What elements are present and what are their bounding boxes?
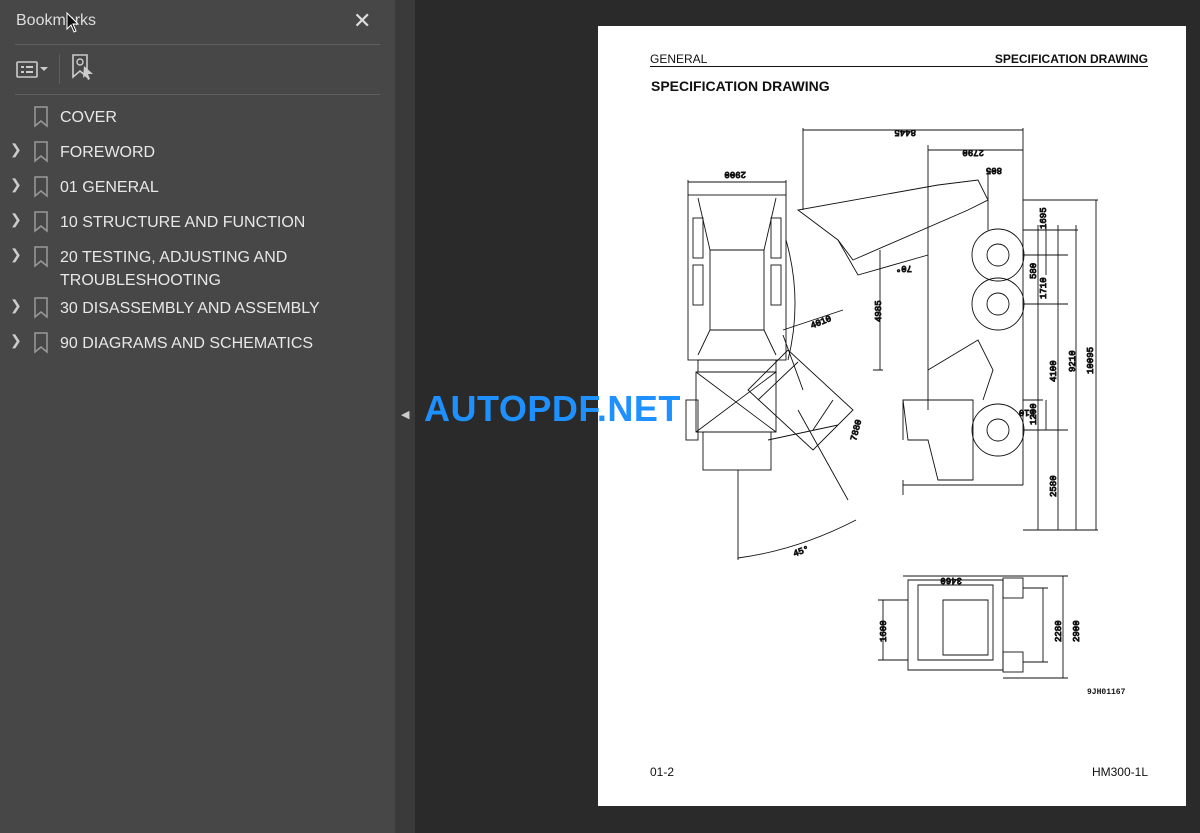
bookmark-label: COVER xyxy=(60,109,117,126)
find-bookmark-icon[interactable] xyxy=(70,53,96,86)
page-number: 01-2 xyxy=(650,765,675,779)
bookmark-icon xyxy=(34,297,48,324)
divider xyxy=(59,54,60,84)
mouse-cursor-icon xyxy=(66,12,80,33)
dim-1710: 1710 xyxy=(1039,277,1049,299)
bookmark-label: 01 GENERAL xyxy=(60,179,159,196)
dim-580: 580 xyxy=(1029,263,1039,279)
dim-4985: 4985 xyxy=(874,300,884,322)
panel-title: Bookmarks xyxy=(16,12,97,29)
header-left: GENERAL xyxy=(650,52,708,66)
header-rule xyxy=(650,66,1148,67)
bookmark-icon xyxy=(34,141,48,168)
chevron-right-icon[interactable]: ❯ xyxy=(10,141,22,158)
dim-1600: 1600 xyxy=(879,620,889,642)
dim-10095: 10095 xyxy=(1086,347,1096,374)
bookmark-label: FOREWORD xyxy=(60,144,156,161)
dim-2580: 2580 xyxy=(1049,475,1059,497)
pdf-page: GENERAL SPECIFICATION DRAWING SPECIFICAT… xyxy=(598,26,1186,806)
dim-7880: 7880 xyxy=(849,419,864,442)
bookmark-label: 20 TESTING, ADJUSTING AND TROUBLESHOOTIN… xyxy=(60,249,288,289)
side-view xyxy=(796,128,1098,531)
dim-805: 805 xyxy=(986,165,1002,175)
dim-1695: 1695 xyxy=(1039,207,1049,229)
bookmark-icon xyxy=(34,176,48,203)
dim-2280: 2280 xyxy=(1054,620,1064,642)
chevron-right-icon[interactable]: ❯ xyxy=(10,297,22,314)
divider xyxy=(15,94,380,95)
list-options-icon[interactable] xyxy=(15,59,49,79)
dim-2900-front: 2900 xyxy=(1072,620,1082,642)
model-name: HM300-1L xyxy=(1091,765,1148,779)
close-icon[interactable]: ✕ xyxy=(353,8,371,34)
bookmark-label: 30 DISASSEMBLY AND ASSEMBLY xyxy=(60,300,320,317)
bookmark-toolbar xyxy=(15,53,96,86)
page-title: SPECIFICATION DRAWING xyxy=(651,78,830,94)
collapse-panel-icon[interactable]: ◀ xyxy=(401,408,409,421)
bookmark-label: 90 DIAGRAMS AND SCHEMATICS xyxy=(60,335,314,352)
dim-70: 70° xyxy=(896,263,912,273)
dim-2790: 2790 xyxy=(962,147,984,157)
bookmark-icon xyxy=(34,211,48,238)
dim-8445: 8445 xyxy=(894,127,916,137)
bookmark-icon xyxy=(34,332,48,359)
dim-9210: 9210 xyxy=(1068,350,1078,372)
chevron-right-icon[interactable]: ❯ xyxy=(10,211,22,228)
top-view xyxy=(685,180,857,560)
chevron-right-icon[interactable]: ❯ xyxy=(10,332,22,349)
dim-4010: 4010 xyxy=(809,314,833,331)
bookmark-icon xyxy=(34,246,48,273)
bookmark-label: 10 STRUCTURE AND FUNCTION xyxy=(60,214,306,231)
dim-4100: 4100 xyxy=(1049,360,1059,382)
dim-45: 45° xyxy=(792,544,811,559)
dim-1200: 1200 xyxy=(1029,403,1039,425)
bookmark-icon xyxy=(34,106,48,133)
header-right: SPECIFICATION DRAWING xyxy=(994,52,1148,66)
figure-code: 9JH01167 xyxy=(1087,688,1126,697)
dim-2900-top: 2900 xyxy=(724,169,746,179)
watermark: AUTOPDF.NET xyxy=(424,388,681,429)
bookmarks-panel: Bookmarks ✕ COVER ❯ FOREWORD ❯ 01 GENERA… xyxy=(0,0,395,833)
divider xyxy=(15,44,380,45)
specification-drawing: 2900 4010 7880 45° 8445 2790 805 70° 498… xyxy=(685,127,1098,679)
chevron-right-icon[interactable]: ❯ xyxy=(10,176,22,193)
front-view xyxy=(878,575,1068,679)
chevron-right-icon[interactable]: ❯ xyxy=(10,246,22,263)
